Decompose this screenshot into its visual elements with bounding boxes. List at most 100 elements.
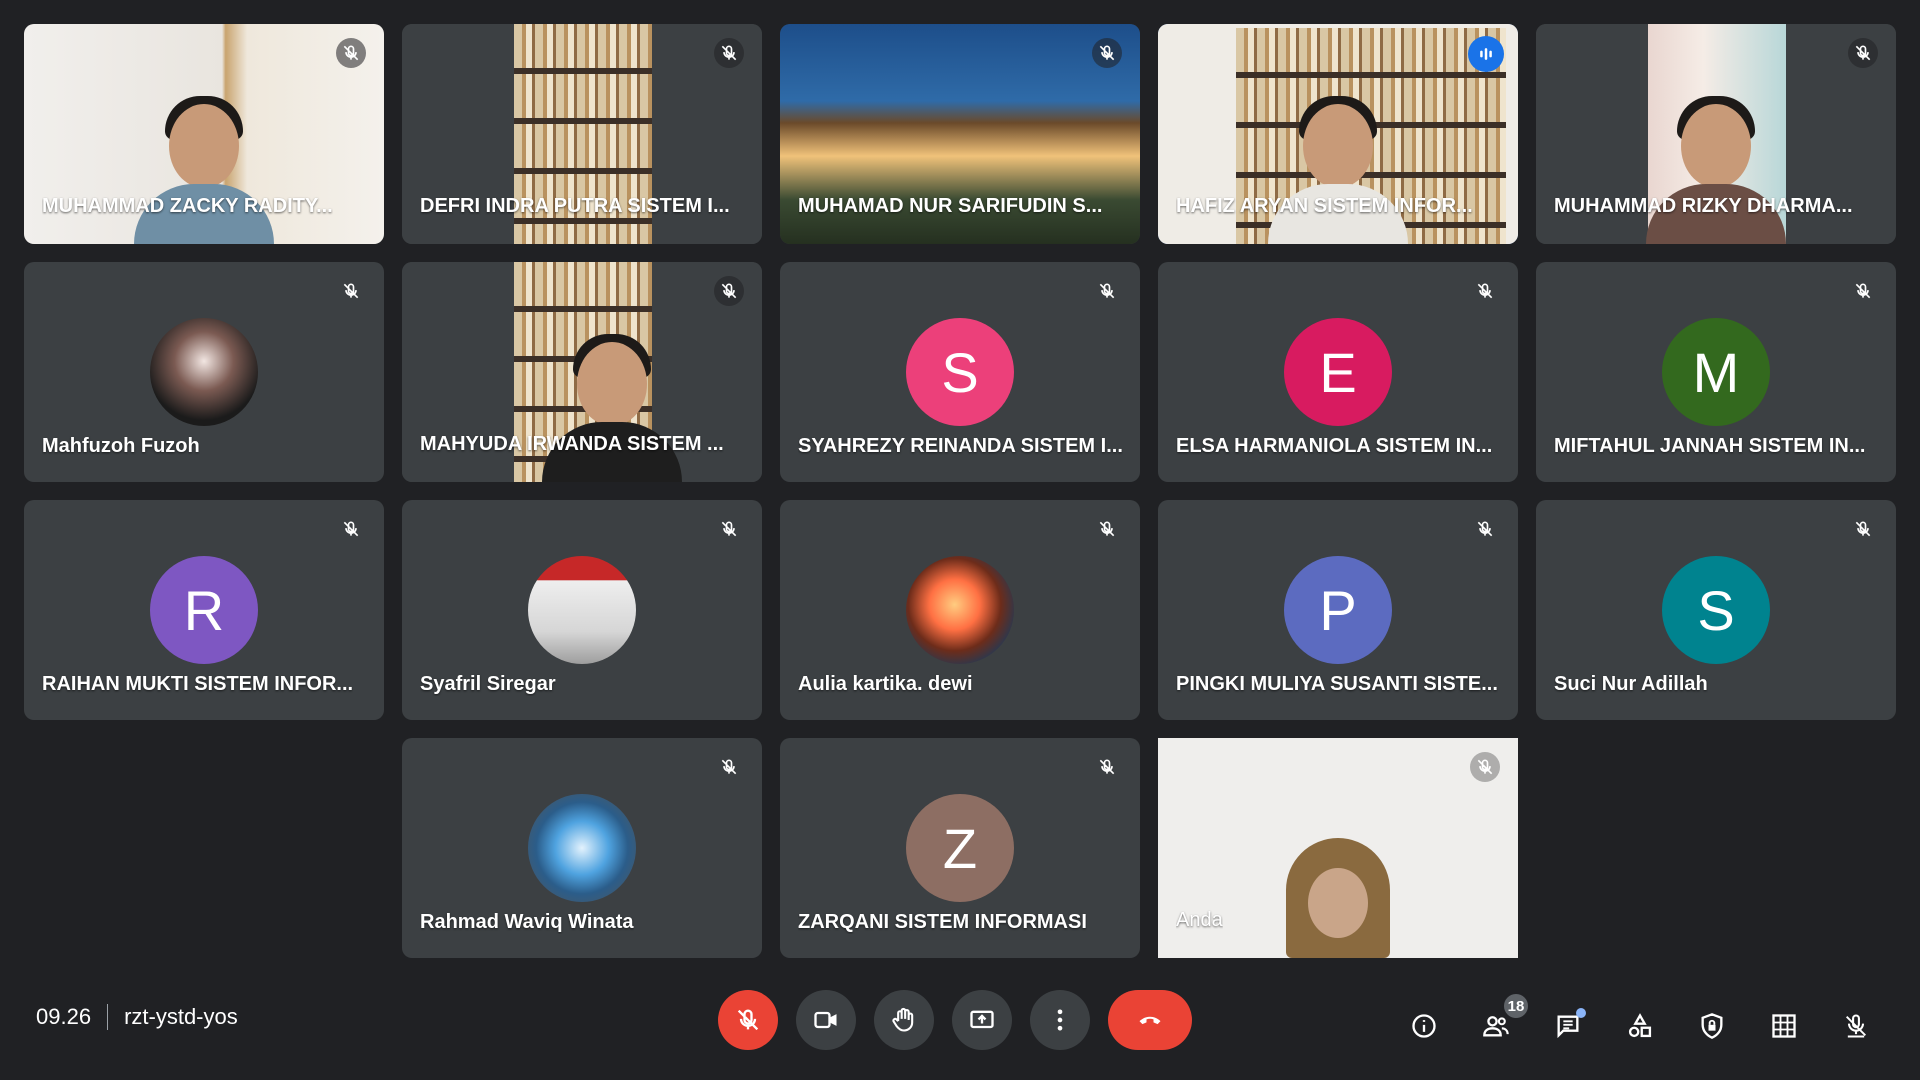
person-figure bbox=[1646, 94, 1786, 244]
raise-hand-icon bbox=[892, 1007, 914, 1032]
camera-icon bbox=[814, 1011, 837, 1029]
camera-toggle-button[interactable] bbox=[796, 990, 856, 1050]
participant-name: MUHAMMAD ZACKY RADITY... bbox=[42, 195, 333, 217]
participant-name: Mahfuzoh Fuzoh bbox=[42, 435, 200, 457]
self-name-label: Anda bbox=[1176, 909, 1223, 931]
letter-avatar: Z bbox=[906, 794, 1014, 902]
person-figure bbox=[1268, 838, 1408, 958]
participant-grid: MUHAMMAD ZACKY RADITY... DEFRI INDRA PUT… bbox=[24, 24, 1896, 960]
info-icon bbox=[1412, 1014, 1436, 1038]
participant-tile-active-speaker[interactable]: HAFIZ ARYAN SISTEM INFOR... bbox=[1158, 24, 1518, 244]
participant-tile[interactable]: MAHYUDA IRWANDA SISTEM ... bbox=[402, 262, 762, 482]
participant-name: ELSA HARMANIOLA SISTEM IN... bbox=[1176, 435, 1493, 457]
present-screen-icon bbox=[970, 1010, 994, 1029]
mic-muted-icon bbox=[1848, 514, 1878, 544]
letter-avatar: S bbox=[1662, 556, 1770, 664]
participant-tile[interactable]: MUHAMMAD RIZKY DHARMA... bbox=[1536, 24, 1896, 244]
letter-avatar: R bbox=[150, 556, 258, 664]
participant-tile[interactable]: MUHAMAD NUR SARIFUDIN S... bbox=[780, 24, 1140, 244]
mic-muted-icon bbox=[1092, 276, 1122, 306]
captions-mic-icon bbox=[1846, 1014, 1866, 1038]
mic-muted-icon bbox=[1848, 38, 1878, 68]
mic-muted-icon bbox=[1470, 752, 1500, 782]
participant-tile[interactable]: P PINGKI MULIYA SUSANTI SISTE... bbox=[1158, 500, 1518, 720]
participant-name: Suci Nur Adillah bbox=[1554, 673, 1708, 695]
participant-tile[interactable]: Rahmad Waviq Winata bbox=[402, 738, 762, 958]
bottom-control-bar: 09.26 rzt-ystd-yos 18 bbox=[0, 980, 1920, 1080]
mic-muted-icon bbox=[1092, 514, 1122, 544]
participant-tile[interactable]: Syafril Siregar bbox=[402, 500, 762, 720]
participant-name: Rahmad Waviq Winata bbox=[420, 911, 634, 933]
profile-photo-avatar bbox=[528, 794, 636, 902]
mic-off-icon bbox=[737, 1009, 759, 1031]
mic-muted-icon bbox=[1092, 38, 1122, 68]
meeting-clock: 09.26 bbox=[36, 1004, 92, 1029]
participant-tile[interactable]: Aulia kartika. dewi bbox=[780, 500, 1140, 720]
mic-muted-icon bbox=[714, 514, 744, 544]
more-options-icon bbox=[1057, 1009, 1063, 1031]
participant-name: MIFTAHUL JANNAH SISTEM IN... bbox=[1554, 435, 1866, 457]
participant-tile[interactable]: E ELSA HARMANIOLA SISTEM IN... bbox=[1158, 262, 1518, 482]
mic-muted-icon bbox=[1092, 752, 1122, 782]
change-layout-button[interactable] bbox=[1760, 1002, 1808, 1050]
letter-avatar: M bbox=[1662, 318, 1770, 426]
mic-muted-icon bbox=[714, 276, 744, 306]
grid-layout-icon bbox=[1772, 1014, 1796, 1038]
participant-name: Aulia kartika. dewi bbox=[798, 673, 973, 695]
mic-muted-icon bbox=[1470, 276, 1500, 306]
letter-avatar: S bbox=[906, 318, 1014, 426]
participant-tile[interactable]: MUHAMMAD ZACKY RADITY... bbox=[24, 24, 384, 244]
self-view-tile[interactable]: Anda bbox=[1158, 738, 1518, 958]
chat-button[interactable] bbox=[1544, 1002, 1592, 1050]
participant-name: MAHYUDA IRWANDA SISTEM ... bbox=[420, 433, 724, 455]
speaking-indicator-icon bbox=[1468, 36, 1504, 72]
participant-name: SYAHREZY REINANDA SISTEM I... bbox=[798, 435, 1123, 457]
mic-muted-icon bbox=[1470, 514, 1500, 544]
profile-photo-avatar bbox=[906, 556, 1014, 664]
participant-tile[interactable]: R RAIHAN MUKTI SISTEM INFOR... bbox=[24, 500, 384, 720]
activities-icon bbox=[1628, 1013, 1652, 1038]
mic-muted-icon bbox=[336, 276, 366, 306]
participant-count-badge: 18 bbox=[1502, 992, 1530, 1020]
participant-tile[interactable]: Mahfuzoh Fuzoh bbox=[24, 262, 384, 482]
person-figure bbox=[542, 332, 682, 482]
mic-muted-icon bbox=[336, 514, 366, 544]
letter-avatar: E bbox=[1284, 318, 1392, 426]
person-figure bbox=[134, 94, 274, 244]
person-figure bbox=[1268, 94, 1408, 244]
host-controls-button[interactable] bbox=[1688, 1002, 1736, 1050]
mic-muted-icon bbox=[714, 752, 744, 782]
meeting-code[interactable]: rzt-ystd-yos bbox=[124, 1004, 238, 1030]
profile-photo-avatar bbox=[528, 556, 636, 664]
letter-avatar: P bbox=[1284, 556, 1392, 664]
raise-hand-button[interactable] bbox=[874, 990, 934, 1050]
unread-dot bbox=[1576, 1008, 1586, 1018]
captions-button[interactable] bbox=[1832, 1002, 1880, 1050]
participant-name: DEFRI INDRA PUTRA SISTEM I... bbox=[420, 195, 730, 217]
meeting-info-button[interactable] bbox=[1400, 1002, 1448, 1050]
mic-toggle-button[interactable] bbox=[718, 990, 778, 1050]
people-button[interactable]: 18 bbox=[1472, 992, 1530, 1050]
participant-name: ZARQANI SISTEM INFORMASI bbox=[798, 911, 1087, 933]
mic-muted-icon bbox=[336, 38, 366, 68]
participant-name: HAFIZ ARYAN SISTEM INFOR... bbox=[1176, 195, 1473, 217]
profile-photo-avatar bbox=[150, 318, 258, 426]
mic-muted-icon bbox=[714, 38, 744, 68]
participant-name: MUHAMAD NUR SARIFUDIN S... bbox=[798, 195, 1103, 217]
present-screen-button[interactable] bbox=[952, 990, 1012, 1050]
activities-button[interactable] bbox=[1616, 1002, 1664, 1050]
participant-name: Syafril Siregar bbox=[420, 673, 556, 695]
participant-tile[interactable]: Z ZARQANI SISTEM INFORMASI bbox=[780, 738, 1140, 958]
mic-muted-icon bbox=[1848, 276, 1878, 306]
end-call-icon bbox=[1139, 1016, 1161, 1025]
participant-tile[interactable]: S SYAHREZY REINANDA SISTEM I... bbox=[780, 262, 1140, 482]
more-options-button[interactable] bbox=[1030, 990, 1090, 1050]
participant-name: RAIHAN MUKTI SISTEM INFOR... bbox=[42, 673, 354, 695]
participant-name: PINGKI MULIYA SUSANTI SISTE... bbox=[1176, 673, 1498, 695]
meeting-details: 09.26 rzt-ystd-yos bbox=[36, 1004, 238, 1030]
divider bbox=[107, 1004, 109, 1030]
participant-tile[interactable]: DEFRI INDRA PUTRA SISTEM I... bbox=[402, 24, 762, 244]
leave-call-button[interactable] bbox=[1108, 990, 1192, 1050]
participant-tile[interactable]: M MIFTAHUL JANNAH SISTEM IN... bbox=[1536, 262, 1896, 482]
participant-tile[interactable]: S Suci Nur Adillah bbox=[1536, 500, 1896, 720]
